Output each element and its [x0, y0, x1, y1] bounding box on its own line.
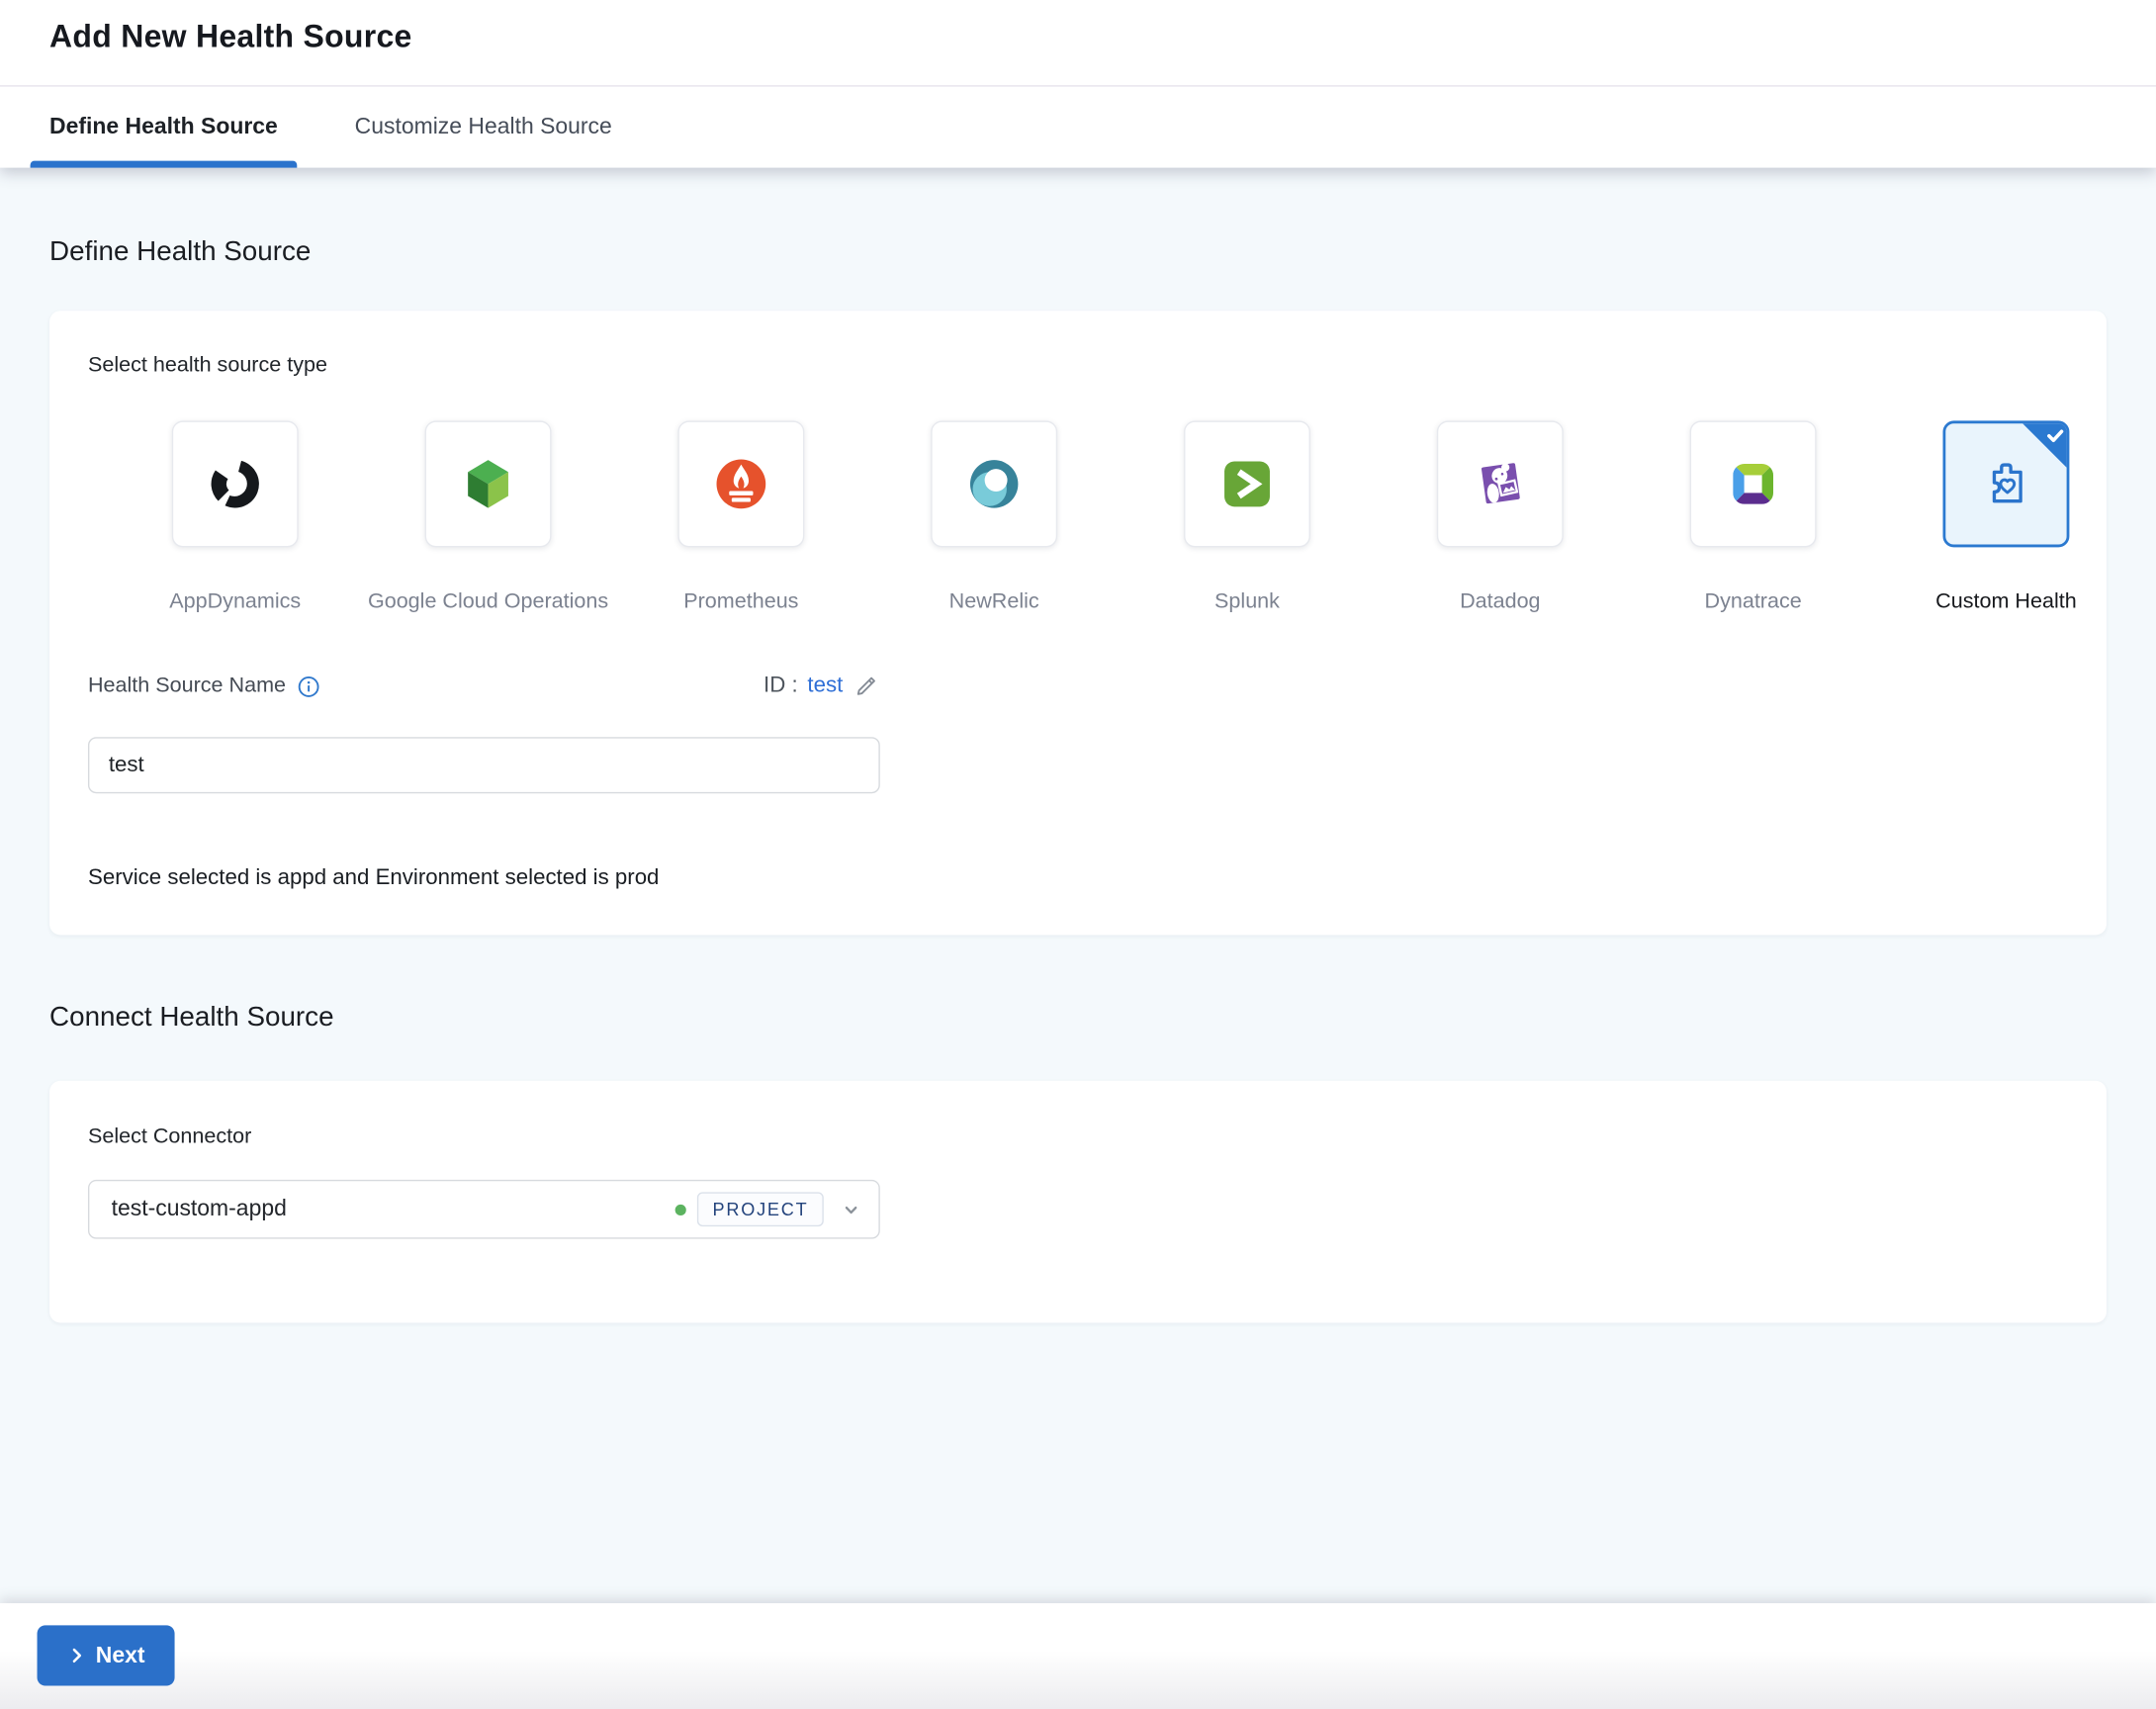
source-type-label: Google Cloud Operations	[367, 589, 609, 614]
connect-health-source-card: Select Connector test-custom-appd PROJEC…	[49, 1080, 2107, 1323]
source-type-list: AppDynamics Google Cloud Operations Prom…	[109, 420, 2133, 614]
source-type-label: Prometheus	[683, 589, 799, 614]
datadog-icon	[1481, 463, 1520, 504]
gco-tile-card	[424, 420, 552, 548]
connect-section-heading: Connect Health Source	[49, 1002, 334, 1034]
appdynamics-icon	[211, 460, 259, 508]
tab-label: Define Health Source	[49, 114, 278, 139]
newrelic-icon	[969, 460, 1019, 508]
splunk-tile-card	[1184, 420, 1310, 548]
id-row: ID : test	[764, 673, 880, 700]
appdynamics-tile-card	[171, 420, 299, 548]
page-title: Add New Health Source	[49, 18, 412, 54]
id-value: test	[807, 674, 844, 697]
newrelic-tile-card	[931, 420, 1058, 548]
health-source-name-label-wrap: Health Source Name	[88, 674, 321, 699]
footer-bar: Next	[0, 1603, 2156, 1709]
dynatrace-tile-card	[1689, 420, 1817, 548]
custom-health-icon	[1992, 463, 2022, 503]
dynatrace-icon	[1733, 463, 1774, 504]
define-health-source-card: Select health source type AppDynamics Go…	[49, 311, 2107, 936]
connector-select[interactable]: test-custom-appd PROJECT	[87, 1179, 880, 1239]
add-health-source-page: Add New Health Source Define Health Sour…	[0, 0, 2156, 1709]
health-source-name-label: Health Source Name	[87, 674, 287, 697]
health-source-name-input[interactable]	[87, 737, 880, 794]
define-section-heading: Define Health Source	[49, 236, 312, 267]
page-header: Add New Health Source Define Health Sour…	[0, 0, 2156, 168]
edit-pencil-icon[interactable]	[853, 673, 880, 700]
prometheus-icon	[716, 459, 766, 509]
tab-define-health-source[interactable]: Define Health Source	[30, 87, 298, 168]
source-type-datadog[interactable]: Datadog	[1374, 420, 1627, 614]
source-type-custom-health[interactable]: Custom Health	[1880, 420, 2133, 614]
source-type-label: NewRelic	[948, 589, 1039, 614]
prometheus-tile-card	[677, 420, 805, 548]
source-type-label: Custom Health	[1935, 589, 2077, 614]
source-type-label: AppDynamics	[169, 589, 302, 614]
source-type-google-cloud-operations[interactable]: Google Cloud Operations	[362, 420, 615, 614]
select-connector-label: Select Connector	[87, 1124, 252, 1148]
connector-name: test-custom-appd	[111, 1196, 287, 1221]
next-button-label: Next	[95, 1642, 145, 1667]
tab-customize-health-source[interactable]: Customize Health Source	[355, 87, 612, 168]
id-label: ID :	[764, 674, 798, 697]
tab-bar: Define Health Source Customize Health So…	[30, 87, 612, 168]
chevron-down-icon[interactable]	[838, 1196, 865, 1223]
datadog-tile-card	[1436, 420, 1564, 548]
check-icon	[2047, 429, 2064, 443]
chevron-right-icon	[72, 1648, 81, 1664]
splunk-icon	[1224, 461, 1270, 507]
custom-health-tile-card	[1942, 420, 2070, 548]
connector-status-dot	[674, 1204, 687, 1215]
source-type-label: Datadog	[1460, 589, 1541, 614]
source-type-dynatrace[interactable]: Dynatrace	[1627, 420, 1880, 614]
source-type-appdynamics[interactable]: AppDynamics	[109, 420, 362, 614]
google-cloud-operations-icon	[468, 460, 508, 508]
connector-scope-badge: PROJECT	[697, 1192, 824, 1227]
source-type-newrelic[interactable]: NewRelic	[867, 420, 1121, 614]
info-icon[interactable]	[296, 674, 321, 699]
source-type-label: Dynatrace	[1704, 589, 1802, 614]
select-source-type-label: Select health source type	[87, 353, 327, 377]
tab-label: Customize Health Source	[354, 114, 612, 139]
source-type-splunk[interactable]: Splunk	[1121, 420, 1374, 614]
active-tab-underline	[30, 160, 298, 168]
source-type-prometheus[interactable]: Prometheus	[614, 420, 867, 614]
next-button[interactable]: Next	[37, 1625, 175, 1686]
source-type-label: Splunk	[1214, 589, 1280, 614]
service-environment-note: Service selected is appd and Environment…	[87, 865, 660, 890]
name-and-id-row: Health Source Name ID : test	[88, 673, 880, 700]
